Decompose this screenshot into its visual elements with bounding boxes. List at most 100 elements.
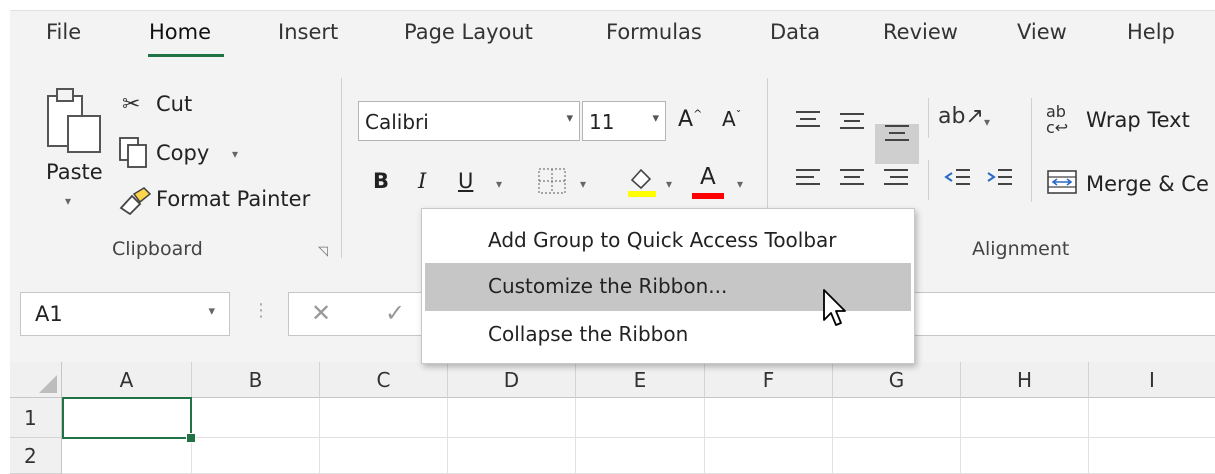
font-color-button[interactable]: A: [700, 164, 716, 190]
tab-review[interactable]: Review: [883, 20, 958, 44]
decrease-font-size-button[interactable]: Aˇ: [722, 107, 741, 131]
borders-icon[interactable]: [536, 166, 570, 200]
underline-button[interactable]: U: [458, 169, 473, 193]
font-name-value: Calibri: [365, 110, 429, 134]
cut-button[interactable]: Cut: [156, 92, 192, 116]
menu-item-label: Customize the Ribbon...: [488, 274, 728, 298]
name-box-value: A1: [35, 302, 63, 326]
column-header-c[interactable]: C: [320, 362, 448, 398]
grow-font-letter: A: [678, 107, 694, 132]
scissors-icon[interactable]: ✂: [122, 92, 140, 117]
format-painter-icon[interactable]: [118, 186, 152, 220]
tab-help[interactable]: Help: [1127, 20, 1175, 44]
align-left-icon[interactable]: [794, 166, 822, 194]
font-color-dropdown-icon[interactable]: ▾: [737, 177, 743, 191]
divider: [928, 160, 929, 200]
merge-center-icon[interactable]: [1046, 168, 1078, 200]
copy-icon[interactable]: [118, 136, 152, 174]
row-header-2[interactable]: 2: [10, 438, 62, 474]
cell-b1[interactable]: [192, 398, 320, 438]
cell-d1[interactable]: [448, 398, 576, 438]
column-header-f[interactable]: F: [705, 362, 833, 398]
format-painter-button[interactable]: Format Painter: [156, 187, 310, 211]
cell-g1[interactable]: [833, 398, 961, 438]
cell-d2[interactable]: [448, 438, 576, 474]
align-right-icon[interactable]: [882, 166, 910, 194]
column-header-d[interactable]: D: [448, 362, 576, 398]
orientation-icon[interactable]: ab↗: [938, 104, 984, 129]
bold-button[interactable]: B: [373, 169, 389, 193]
fill-color-dropdown-icon[interactable]: ▾: [666, 177, 672, 191]
cell-c2[interactable]: [320, 438, 448, 474]
column-header-g[interactable]: G: [833, 362, 961, 398]
merge-center-button[interactable]: Merge & Ce: [1086, 172, 1209, 196]
wrap-text-button[interactable]: Wrap Text: [1086, 108, 1190, 132]
tab-file[interactable]: File: [46, 20, 81, 44]
cell-c1[interactable]: [320, 398, 448, 438]
column-header-a[interactable]: A: [62, 362, 192, 398]
group-divider: [341, 78, 342, 258]
cell-i1[interactable]: [1089, 398, 1215, 438]
italic-button[interactable]: I: [418, 169, 426, 193]
column-header-b[interactable]: B: [192, 362, 320, 398]
increase-indent-icon[interactable]: [986, 166, 1014, 194]
font-name-combo[interactable]: Calibri ▾: [358, 101, 580, 141]
cell-h1[interactable]: [961, 398, 1089, 438]
increase-font-size-button[interactable]: A^: [678, 107, 702, 132]
tab-view[interactable]: View: [1017, 20, 1067, 44]
paste-dropdown-icon[interactable]: ▾: [65, 194, 71, 208]
more-options-icon[interactable]: ⋮: [252, 300, 270, 321]
decrease-indent-icon[interactable]: [944, 166, 972, 194]
cell-h2[interactable]: [961, 438, 1089, 474]
wrap-text-icon[interactable]: ab c↩: [1046, 104, 1068, 136]
tab-page-layout[interactable]: Page Layout: [404, 20, 533, 44]
middle-align-icon[interactable]: [838, 110, 866, 138]
cell-e2[interactable]: [576, 438, 705, 474]
fill-handle[interactable]: [186, 433, 196, 443]
cell-b2[interactable]: [192, 438, 320, 474]
copy-button[interactable]: Copy: [156, 141, 209, 165]
row-header-1[interactable]: 1: [10, 398, 62, 438]
active-cell-border: [62, 397, 192, 439]
alignment-group-label: Alignment: [972, 238, 1070, 260]
fill-color-icon[interactable]: [624, 164, 660, 202]
tab-formulas[interactable]: Formulas: [606, 20, 702, 44]
column-header-h[interactable]: H: [961, 362, 1089, 398]
underline-dropdown-icon[interactable]: ▾: [496, 177, 502, 191]
align-center-icon[interactable]: [838, 166, 866, 194]
column-header-e[interactable]: E: [576, 362, 705, 398]
cell-f1[interactable]: [705, 398, 833, 438]
top-align-icon[interactable]: [794, 108, 822, 136]
select-all-triangle: [39, 375, 57, 393]
chevron-down-icon[interactable]: ▾: [652, 111, 659, 126]
cancel-icon[interactable]: ✕: [311, 299, 331, 327]
divider: [928, 98, 929, 138]
clipboard-launcher-icon[interactable]: ◹: [318, 244, 328, 259]
menu-item-add-group-to-qat[interactable]: Add Group to Quick Access Toolbar: [422, 217, 914, 265]
cell-f2[interactable]: [705, 438, 833, 474]
paste-icon[interactable]: [44, 86, 106, 160]
tab-home[interactable]: Home: [149, 20, 211, 44]
cell-e1[interactable]: [576, 398, 705, 438]
column-header-i[interactable]: I: [1089, 362, 1215, 398]
shrink-font-letter: A: [722, 107, 736, 131]
divider: [1031, 98, 1032, 202]
chevron-down-icon[interactable]: ▾: [208, 304, 215, 319]
orientation-dropdown-icon[interactable]: ▾: [984, 115, 990, 129]
borders-dropdown-icon[interactable]: ▾: [580, 177, 586, 191]
mouse-pointer-icon: [822, 288, 848, 332]
cell-a2[interactable]: [62, 438, 192, 474]
cell-g2[interactable]: [833, 438, 961, 474]
select-all-corner[interactable]: [10, 362, 62, 398]
copy-dropdown-icon[interactable]: ▾: [232, 147, 238, 161]
enter-check-icon[interactable]: ✓: [385, 299, 405, 327]
tab-insert[interactable]: Insert: [278, 20, 338, 44]
bottom-align-icon[interactable]: [883, 120, 911, 148]
chevron-down-icon[interactable]: ▾: [566, 111, 573, 126]
font-size-combo[interactable]: 11 ▾: [582, 101, 666, 141]
name-box[interactable]: A1 ▾: [20, 292, 230, 336]
formula-input[interactable]: [910, 292, 1215, 336]
paste-label[interactable]: Paste: [46, 160, 103, 184]
tab-data[interactable]: Data: [770, 20, 820, 44]
cell-i2[interactable]: [1089, 438, 1215, 474]
